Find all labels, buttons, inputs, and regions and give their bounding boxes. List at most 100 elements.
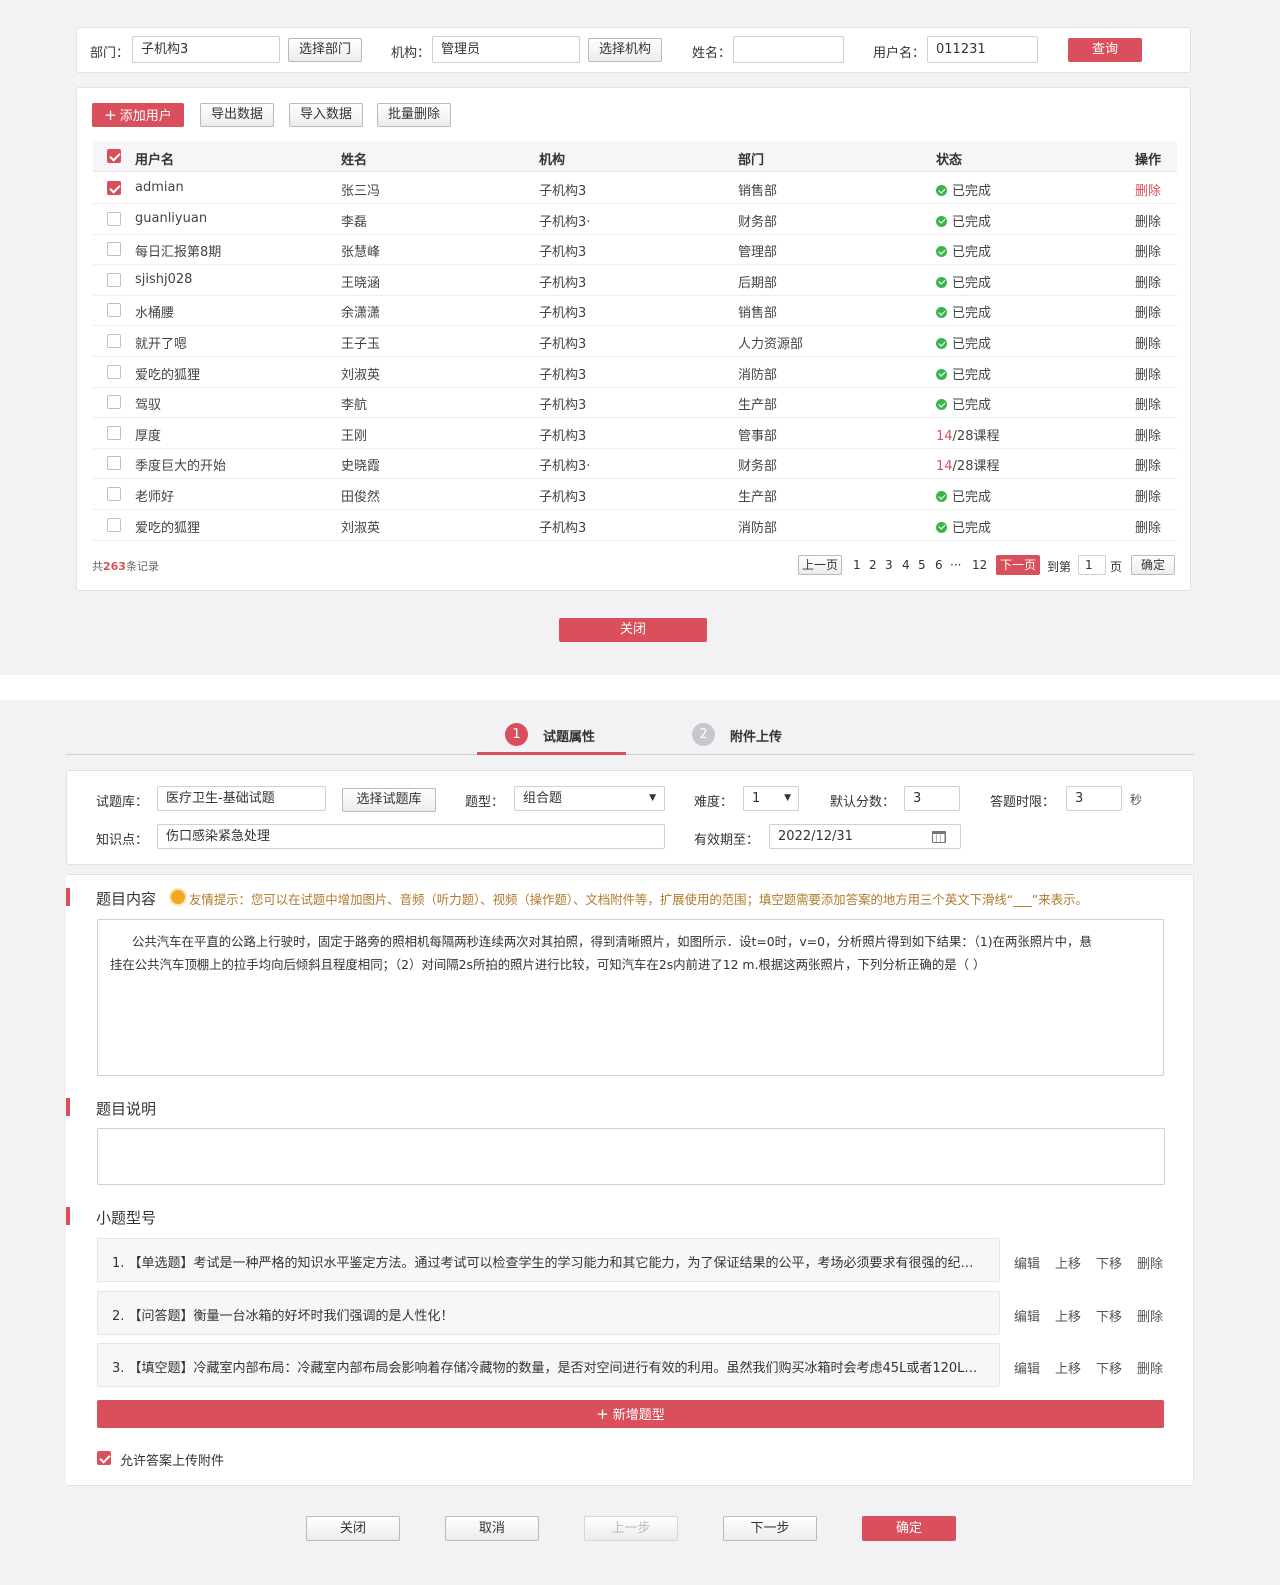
prev-step-button[interactable]: 上一步 bbox=[584, 1516, 678, 1541]
select-bank-button[interactable]: 选择试题库 bbox=[342, 788, 436, 812]
page-3[interactable]: 3 bbox=[885, 558, 893, 572]
dept-input[interactable]: 子机构3 bbox=[132, 36, 280, 63]
cell-dept: 销售部 bbox=[738, 184, 778, 199]
edit-button[interactable]: 编辑 bbox=[1014, 1253, 1040, 1272]
row-checkbox[interactable] bbox=[107, 242, 121, 257]
row-checkbox[interactable] bbox=[107, 211, 121, 226]
allow-upload-checkbox[interactable] bbox=[97, 1451, 111, 1465]
delete-link[interactable]: 删除 bbox=[1135, 180, 1161, 199]
edit-button[interactable]: 编辑 bbox=[1014, 1306, 1040, 1325]
cell-status: 已完成 bbox=[936, 517, 991, 536]
sub-question-3[interactable]: 3. 【填空题】冷藏室内部布局：冷藏室内部布局会影响着存储冷藏物的数量，是否对空… bbox=[97, 1343, 1000, 1387]
calendar-icon[interactable] bbox=[932, 831, 946, 843]
page-4[interactable]: 4 bbox=[902, 558, 910, 572]
delete-link[interactable]: 删除 bbox=[1135, 364, 1161, 383]
delete-link[interactable]: 删除 bbox=[1135, 211, 1161, 230]
cancel-button[interactable]: 取消 bbox=[445, 1516, 539, 1541]
row-checkbox[interactable] bbox=[107, 425, 121, 440]
row-checkbox[interactable] bbox=[107, 456, 121, 471]
name-input[interactable] bbox=[733, 36, 844, 63]
cell-username: 爱吃的狐狸 bbox=[135, 367, 201, 383]
select-dept-button[interactable]: 选择部门 bbox=[288, 38, 362, 62]
valid-date-input[interactable]: 2022/12/31 bbox=[769, 824, 961, 849]
check-circle-icon bbox=[936, 246, 947, 258]
delete-link[interactable]: 删除 bbox=[1135, 394, 1161, 413]
move-down-button[interactable]: 下移 bbox=[1096, 1358, 1122, 1377]
delete-link[interactable]: 删除 bbox=[1135, 486, 1161, 505]
delete-link[interactable]: 删除 bbox=[1135, 302, 1161, 321]
page-5[interactable]: 5 bbox=[918, 558, 926, 572]
move-up-button[interactable]: 上移 bbox=[1055, 1306, 1081, 1325]
confirm-button[interactable]: 确定 bbox=[862, 1516, 956, 1541]
cell-name: 王子玉 bbox=[341, 337, 381, 352]
delete-link[interactable]: 删除 bbox=[1135, 241, 1161, 260]
delete-link[interactable]: 删除 bbox=[1135, 272, 1161, 291]
knowledge-input[interactable]: 伤口感染紧急处理 bbox=[157, 824, 665, 849]
page-6[interactable]: 6 bbox=[935, 558, 943, 572]
page-last[interactable]: 12 bbox=[972, 558, 987, 572]
move-up-button[interactable]: 上移 bbox=[1055, 1358, 1081, 1377]
delete-button[interactable]: 删除 bbox=[1137, 1253, 1163, 1272]
cell-status: 已完成 bbox=[936, 241, 991, 260]
row-checkbox[interactable] bbox=[107, 272, 121, 287]
select-all-checkbox[interactable] bbox=[107, 149, 121, 163]
delete-link[interactable]: 删除 bbox=[1135, 425, 1161, 444]
record-count-suffix: 条记录 bbox=[125, 560, 159, 573]
next-page-button[interactable]: 下一页 bbox=[996, 555, 1040, 575]
row-checkbox[interactable] bbox=[107, 334, 121, 348]
content-textarea[interactable]: 公共汽车在平直的公路上行驶时，固定于路旁的照相机每隔两秒连续两次对其拍照，得到清… bbox=[97, 919, 1164, 1076]
delete-link[interactable]: 删除 bbox=[1135, 455, 1161, 474]
row-checkbox[interactable] bbox=[107, 303, 121, 318]
next-step-button[interactable]: 下一步 bbox=[723, 1516, 817, 1541]
row-checkbox[interactable] bbox=[107, 181, 121, 195]
desc-textarea[interactable] bbox=[97, 1128, 1165, 1185]
cell-username: admian bbox=[135, 180, 184, 195]
goto-page-input[interactable]: 1 bbox=[1078, 555, 1106, 575]
score-input[interactable]: 3 bbox=[904, 786, 960, 811]
section-divider bbox=[0, 675, 1280, 700]
bank-input[interactable]: 医疗卫生-基础试题 bbox=[157, 786, 326, 811]
edit-button[interactable]: 编辑 bbox=[1014, 1358, 1040, 1377]
cell-dept: 财务部 bbox=[738, 459, 778, 475]
move-up-button[interactable]: 上移 bbox=[1055, 1253, 1081, 1272]
delete-link[interactable]: 删除 bbox=[1135, 333, 1161, 352]
type-select[interactable]: 组合题 ▼ bbox=[514, 786, 665, 811]
query-button[interactable]: 查询 bbox=[1068, 38, 1142, 62]
close-button[interactable]: 关闭 bbox=[306, 1516, 400, 1541]
cell-name: 李磊 bbox=[341, 214, 368, 230]
export-button[interactable]: 导出数据 bbox=[200, 103, 274, 127]
cell-username: 季度巨大的开始 bbox=[135, 459, 227, 475]
add-sub-question-button[interactable]: + 新增题型 bbox=[97, 1400, 1164, 1428]
delete-button[interactable]: 删除 bbox=[1137, 1358, 1163, 1377]
import-button[interactable]: 导入数据 bbox=[289, 103, 363, 127]
row-checkbox[interactable] bbox=[107, 487, 121, 501]
row-checkbox[interactable] bbox=[107, 395, 121, 410]
org-input[interactable]: 管理员 bbox=[432, 36, 580, 63]
prev-page-button[interactable]: 上一页 bbox=[798, 555, 842, 575]
table-row: 季度巨大的开始 史晓霞 子机构3· 财务部 14/28课程 删除 bbox=[93, 448, 1177, 480]
page-1[interactable]: 1 bbox=[853, 558, 861, 572]
row-checkbox[interactable] bbox=[107, 364, 121, 379]
move-down-button[interactable]: 下移 bbox=[1096, 1253, 1122, 1272]
goto-confirm-button[interactable]: 确定 bbox=[1131, 555, 1175, 575]
sub-question-1[interactable]: 1. 【单选题】考试是一种严格的知识水平鉴定方法。通过考试可以检查学生的学习能力… bbox=[97, 1238, 1000, 1282]
row-checkbox[interactable] bbox=[107, 517, 121, 532]
difficulty-select[interactable]: 1 ▼ bbox=[743, 786, 799, 811]
time-input[interactable]: 3 bbox=[1066, 786, 1122, 811]
add-user-button[interactable]: + 添加用户 bbox=[92, 103, 184, 127]
page-2[interactable]: 2 bbox=[869, 558, 877, 572]
select-org-button[interactable]: 选择机构 bbox=[588, 38, 662, 62]
name-label: 姓名： bbox=[692, 46, 732, 61]
cell-dept: 消防部 bbox=[738, 367, 778, 383]
delete-link[interactable]: 删除 bbox=[1135, 517, 1161, 536]
step-1-number: 1 bbox=[505, 723, 528, 746]
close-dialog-button[interactable]: 关闭 bbox=[559, 618, 707, 642]
batch-delete-button[interactable]: 批量删除 bbox=[377, 103, 451, 127]
delete-button[interactable]: 删除 bbox=[1137, 1306, 1163, 1325]
check-circle-icon bbox=[936, 276, 947, 288]
cell-dept: 销售部 bbox=[738, 306, 778, 322]
username-input[interactable]: 011231 bbox=[927, 36, 1038, 63]
move-down-button[interactable]: 下移 bbox=[1096, 1306, 1122, 1325]
sub-question-2[interactable]: 2. 【问答题】衡量一台冰箱的好坏时我们强调的是人性化！ bbox=[97, 1291, 1000, 1335]
table-row: 驾驭 李航 子机构3 生产部 已完成 删除 bbox=[93, 387, 1177, 419]
